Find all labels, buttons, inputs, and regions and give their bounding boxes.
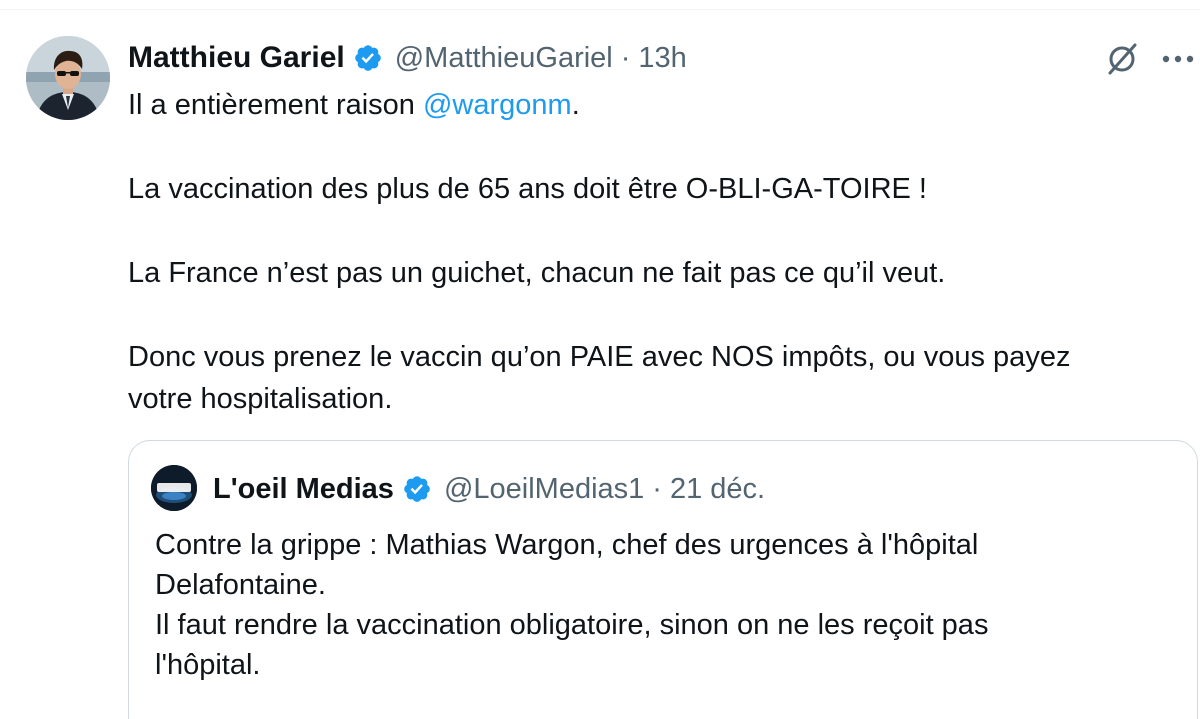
quoted-author-handle[interactable]: @LoeilMedias1 xyxy=(444,473,644,506)
avatar[interactable] xyxy=(26,36,110,120)
quoted-line-4: l'hôpital. xyxy=(155,649,261,681)
quoted-line-1: Contre la grippe : Mathias Wargon, chef … xyxy=(155,529,979,561)
quoted-avatar-logo xyxy=(151,465,197,511)
quoted-text: Contre la grippe : Mathias Wargon, chef … xyxy=(155,525,1175,685)
tweet-paragraph-2: La vaccination des plus de 65 ans doit ê… xyxy=(128,173,927,205)
more-icon[interactable] xyxy=(1160,46,1196,72)
author-handle[interactable]: @MatthieuGariel xyxy=(395,42,613,75)
quoted-tweet[interactable]: L'oeil Medias @LoeilMedias1 · 21 déc. Co… xyxy=(128,440,1198,719)
tweet-line-1: Il a entièrement raison @wargonm. xyxy=(128,84,1178,126)
author-name[interactable]: Matthieu Gariel xyxy=(128,41,345,75)
quoted-avatar[interactable] xyxy=(151,465,197,511)
separator-dot: · xyxy=(652,472,662,505)
verified-badge-icon[interactable] xyxy=(353,43,383,73)
verified-badge-icon[interactable] xyxy=(402,474,432,504)
timestamp[interactable]: 13h xyxy=(638,42,686,75)
divider xyxy=(0,0,1200,10)
tweet-paragraph-4-line-2: votre hospitalisation. xyxy=(128,383,393,415)
quoted-author-name[interactable]: L'oeil Medias xyxy=(213,473,394,506)
tweet-paragraph-3: La France n’est pas un guichet, chacun n… xyxy=(128,257,946,289)
quoted-line-2: Delafontaine. xyxy=(155,569,326,601)
quoted-date[interactable]: 21 déc. xyxy=(670,473,765,506)
avatar-photo xyxy=(26,36,110,120)
tweet-header: Matthieu Gariel @MatthieuGariel · 13h xyxy=(128,38,687,78)
mention-link[interactable]: @wargonm xyxy=(423,89,572,121)
quoted-line-3: Il faut rendre la vaccination obligatoir… xyxy=(155,609,989,641)
quoted-header: L'oeil Medias @LoeilMedias1 · 21 déc. xyxy=(213,469,765,509)
tweet[interactable]: Matthieu Gariel @MatthieuGariel · 13h Il… xyxy=(0,0,1200,719)
text-segment: Il a entièrement raison xyxy=(128,89,423,121)
separator-dot: · xyxy=(620,41,631,74)
text-segment: . xyxy=(571,89,580,121)
tweet-text: Il a entièrement raison @wargonm. La vac… xyxy=(128,84,1178,420)
tweet-paragraph-4-line-1: Donc vous prenez le vaccin qu’on PAIE av… xyxy=(128,341,1071,373)
grok-icon[interactable] xyxy=(1104,41,1140,77)
